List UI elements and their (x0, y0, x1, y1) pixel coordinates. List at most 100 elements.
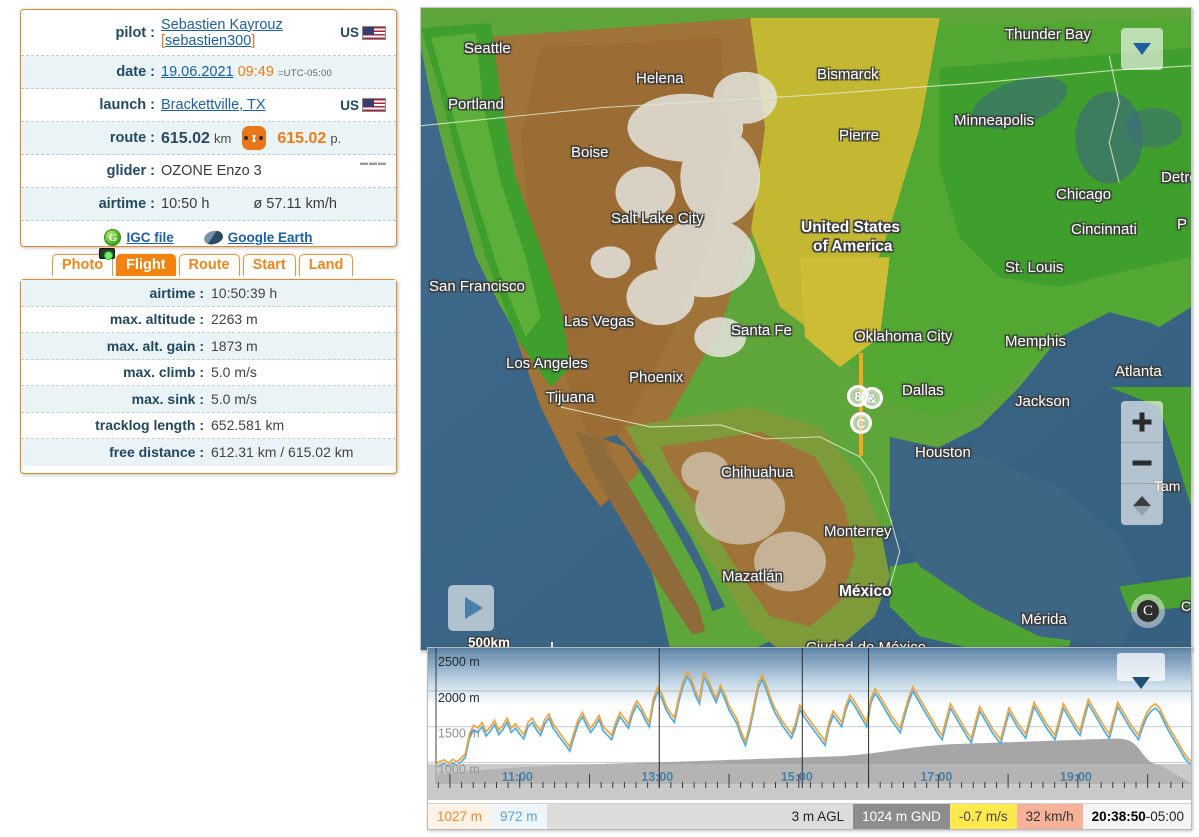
stat-value-max-climb: 5.0 m/s (211, 364, 257, 381)
route-score-icon[interactable] (242, 126, 267, 150)
map-copyright-button[interactable]: C (1131, 594, 1165, 628)
pilot-label: pilot : (115, 24, 155, 41)
tab-route[interactable]: Route (178, 254, 240, 276)
pilot-nickname-link[interactable]: sebastien300 (165, 33, 251, 49)
chart-xtick-11-00: 11:00 (501, 770, 533, 784)
launch-label: launch : (99, 97, 155, 113)
altitude-chart-panel[interactable]: 2500 m2000 m1500 m1000 m 11:0013:0015:00… (427, 647, 1192, 830)
route-distance: 615.02 (161, 130, 210, 147)
igc-file-link-item[interactable]: G IGC file (104, 229, 174, 246)
tab-start[interactable]: Start (242, 254, 296, 276)
chart-status-bar: 1027 m 972 m 3 m AGL 1024 m GND -0.7 m/s… (428, 803, 1191, 829)
download-links-row: G IGC file Google Earth (21, 221, 396, 254)
chart-xtick-19-00: 19:00 (1059, 770, 1092, 784)
status-speed: 32 km/h (1016, 803, 1083, 829)
left-panel: pilot : Sebastien Kayrouz [sebastien300]… (0, 0, 418, 837)
status-gps-altitude: 1027 m (428, 803, 492, 829)
pilot-country: US (340, 25, 386, 40)
us-flag-icon (362, 25, 386, 40)
chart-ytick-2000: 2000 m (438, 691, 480, 705)
tab-route-label: Route (188, 257, 230, 273)
chart-xtick-17-00: 17:00 (920, 770, 953, 784)
stat-value-max-altitude: 2263 m (211, 311, 258, 328)
stat-label-airtime: airtime : (149, 284, 204, 301)
route-label: route : (109, 130, 155, 146)
stat-row-max-climb: max. climb : 5.0 m/s (21, 360, 396, 386)
flight-map[interactable]: Seattle Portland Helena Boise Bismarck T… (420, 7, 1192, 651)
zoom-in-button[interactable] (1121, 401, 1163, 442)
tab-land-label: Land (308, 257, 344, 273)
map-zoom-controls (1121, 401, 1163, 525)
date-label: date : (116, 64, 155, 80)
info-row-launch: launch : Brackettville, TX US (21, 89, 396, 122)
map-layers-button[interactable] (1121, 28, 1163, 70)
flight-stats-card: airtime : 10:50:39 h max. altitude : 226… (20, 279, 397, 474)
stat-value-free-distance: 612.31 km / 615.02 km (211, 444, 354, 461)
airtime-avg-speed: ø 57.11 km/h (253, 196, 337, 212)
stat-label-max-sink: max. sink : (131, 390, 204, 407)
us-flag-icon (362, 98, 386, 112)
tab-land[interactable]: Land (298, 254, 354, 276)
camera-icon (99, 248, 116, 260)
igc-green-g-icon: G (104, 229, 122, 246)
tab-photo[interactable]: Photo (52, 248, 116, 276)
status-time-tz: -05:00 (1145, 809, 1184, 824)
turnpoint-marker-3[interactable]: C (850, 412, 872, 434)
stat-row-max-altitude: max. altitude : 2263 m (21, 307, 396, 333)
stat-value-airtime: 10:50:39 h (211, 284, 278, 301)
glider-label: glider : (106, 163, 155, 179)
status-time: 20:38:50 -05:00 (1082, 803, 1191, 829)
airtime-duration: 10:50 h (161, 196, 210, 212)
tab-flight-label: Flight (126, 257, 166, 273)
tab-photo-label: Photo (62, 257, 104, 273)
pilot-value: Sebastien Kayrouz [sebastien300] (161, 17, 340, 49)
info-row-airtime: airtime : 10:50 h ø 57.11 km/h (21, 188, 396, 221)
google-earth-link[interactable]: Google Earth (228, 230, 313, 245)
pilot-name-link[interactable]: Sebastien Kayrouz (161, 17, 283, 33)
google-earth-link-item[interactable]: Google Earth (202, 228, 313, 247)
map-tilt-button[interactable] (1121, 483, 1163, 524)
chart-xtick-13-00: 13:00 (641, 770, 674, 784)
status-vario: -0.7 m/s (949, 803, 1017, 829)
tab-flight[interactable]: Flight (116, 254, 176, 276)
turnpoint-marker-2[interactable]: & (861, 387, 883, 409)
stat-label-max-altitude: max. altitude : (109, 311, 204, 328)
launch-country: US (340, 98, 386, 113)
zoom-out-button[interactable] (1121, 442, 1163, 483)
launch-value: Brackettville, TX (161, 97, 340, 113)
tab-start-label: Start (252, 257, 286, 273)
stat-value-max-sink: 5.0 m/s (211, 390, 257, 407)
minus-icon (1132, 460, 1152, 466)
glider-rating-dots-icon: ▬▬▬ (360, 158, 387, 167)
stat-label-max-climb: max. climb : (123, 364, 204, 381)
chevron-down-icon (1133, 43, 1151, 55)
copyright-icon: C (1137, 600, 1159, 622)
stat-label-free-distance: free distance : (109, 444, 204, 461)
stat-row-free-distance: free distance : 612.31 km / 615.02 km (21, 439, 396, 466)
date-time: 09:49 (237, 64, 274, 80)
igc-file-link[interactable]: IGC file (126, 230, 173, 245)
info-row-pilot: pilot : Sebastien Kayrouz [sebastien300]… (21, 10, 396, 56)
stat-label-max-alt-gain: max. alt. gain : (106, 337, 204, 354)
route-points-unit: p. (330, 131, 342, 146)
glider-value: OZONE Enzo 3 (161, 163, 262, 179)
stat-value-max-alt-gain: 1873 m (211, 337, 258, 354)
stat-row-max-alt-gain: max. alt. gain : 1873 m (21, 333, 396, 360)
chart-time-axis[interactable]: 11:00 13:00 15:00 17:00 19:00 (428, 764, 1191, 800)
airtime-value: 10:50 h ø 57.11 km/h (161, 196, 386, 212)
status-time-value: 20:38:50 (1091, 809, 1146, 824)
status-agl: 3 m AGL (546, 803, 854, 829)
date-link[interactable]: 19.06.2021 (161, 64, 234, 80)
launch-site-link[interactable]: Brackettville, TX (161, 97, 266, 113)
play-icon (465, 597, 483, 619)
chart-options-dropdown[interactable] (1117, 653, 1165, 689)
pilot-nickname: [sebastien300] (161, 32, 256, 49)
route-distance-unit: km (213, 131, 232, 146)
stat-row-max-sink: max. sink : 5.0 m/s (21, 386, 396, 413)
animation-play-button[interactable] (448, 585, 494, 631)
chart-xtick-15-00: 15:00 (780, 770, 813, 784)
status-ground: 1024 m GND (853, 803, 950, 829)
info-row-date: date : 19.06.2021 09:49 =UTC-05:00 (21, 56, 396, 89)
stat-value-tracklog-length: 652.581 km (211, 417, 285, 434)
stat-label-tracklog-length: tracklog length : (95, 417, 204, 434)
